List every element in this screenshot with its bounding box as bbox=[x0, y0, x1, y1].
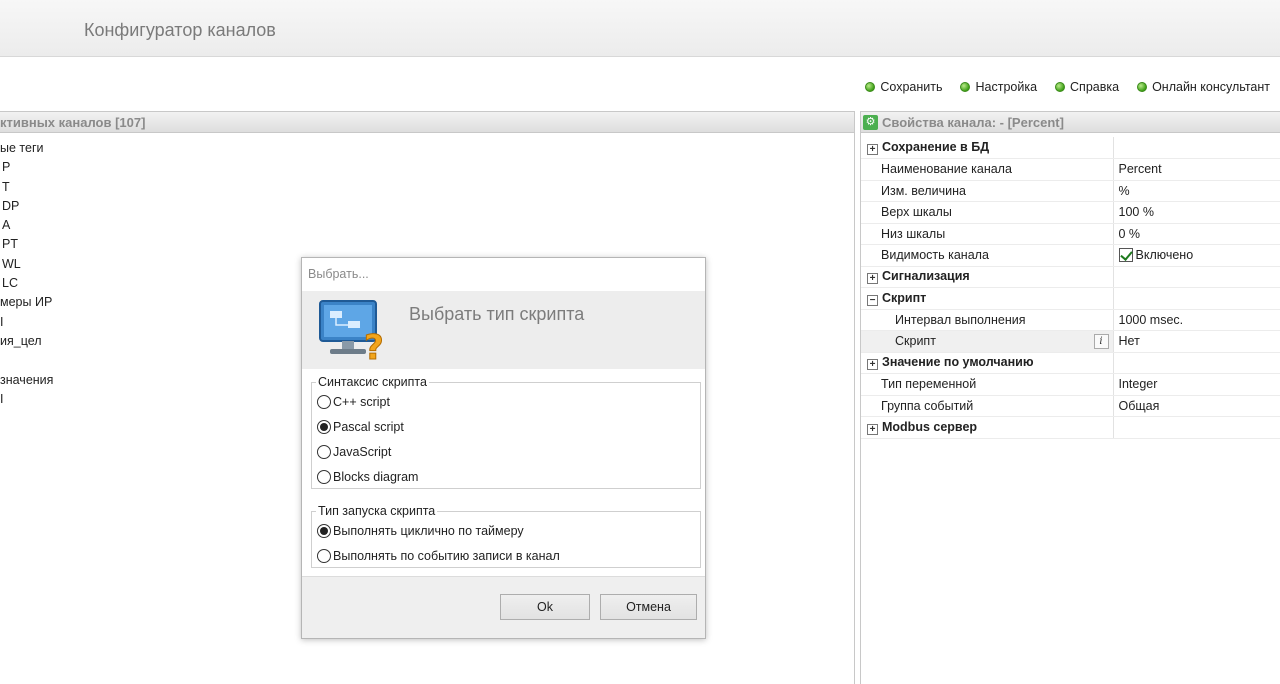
collapse-minus-icon[interactable]: − bbox=[867, 294, 878, 306]
tree-item[interactable]: A bbox=[0, 218, 854, 237]
properties-table: + Сохранение в БД Наименование канала Per… bbox=[861, 137, 1280, 439]
svg-text:?: ? bbox=[364, 328, 384, 363]
dialog-footer: Ok Отмена bbox=[302, 576, 705, 638]
expand-plus-icon[interactable]: + bbox=[867, 144, 878, 155]
toolbar: Сохранить Настройка Справка Онлайн консу… bbox=[865, 80, 1270, 94]
ok-button[interactable]: Ok bbox=[500, 594, 590, 620]
settings-button[interactable]: Настройка bbox=[960, 80, 1037, 94]
green-dot-icon bbox=[1137, 82, 1148, 92]
app-header: Конфигуратор каналов bbox=[0, 0, 1280, 57]
syntax-legend: Синтаксис скрипта bbox=[318, 375, 427, 389]
dialog-banner-title: Выбрать тип скрипта bbox=[409, 304, 585, 324]
help-button[interactable]: Справка bbox=[1055, 80, 1119, 94]
group-row-save-db[interactable]: + Сохранение в БД bbox=[861, 137, 1280, 159]
group-row-modbus[interactable]: + Modbus сервер bbox=[861, 416, 1280, 439]
tree-item[interactable]: P bbox=[0, 160, 854, 179]
tree-item[interactable]: T bbox=[0, 180, 854, 199]
tree-item[interactable]: ые теги bbox=[0, 141, 854, 160]
run-type-legend: Тип запуска скрипта bbox=[318, 504, 436, 518]
radio-button-selected[interactable] bbox=[317, 419, 331, 434]
visibility-checkbox[interactable] bbox=[1118, 248, 1133, 263]
properties-panel: ⚙ Свойства канала: - [Percent] + Сохранен… bbox=[860, 111, 1280, 684]
prop-row-var-type[interactable]: Тип переменной Integer bbox=[861, 373, 1280, 396]
radio-javascript[interactable]: JavaScript bbox=[312, 439, 700, 464]
online-consultant-button[interactable]: Онлайн консультант bbox=[1137, 80, 1270, 94]
prop-row-scale-top[interactable]: Верх шкалы 100 % bbox=[861, 201, 1280, 224]
properties-panel-header: ⚙ Свойства канала: - [Percent] bbox=[861, 111, 1280, 133]
dialog-title: Выбрать... bbox=[308, 267, 369, 281]
group-row-script[interactable]: − Скрипт bbox=[861, 287, 1280, 310]
expand-plus-icon[interactable]: + bbox=[867, 273, 878, 285]
syntax-group: Синтаксис скрипта C++ script Pascal scri… bbox=[311, 375, 701, 489]
save-label: Сохранить bbox=[880, 80, 943, 94]
green-dot-icon bbox=[960, 82, 971, 92]
app-title: Конфигуратор каналов bbox=[84, 20, 276, 40]
radio-button[interactable] bbox=[317, 394, 331, 409]
radio-pascal-script[interactable]: Pascal script bbox=[312, 414, 700, 439]
help-label: Справка bbox=[1070, 80, 1120, 94]
settings-label: Настройка bbox=[975, 80, 1038, 94]
channels-panel-title: ктивных каналов [107] bbox=[0, 111, 854, 133]
prop-row-interval[interactable]: Интервал выполнения 1000 msec. bbox=[861, 309, 1280, 331]
info-icon[interactable]: i bbox=[1093, 334, 1109, 349]
prop-row-event-group[interactable]: Группа событий Общая bbox=[861, 395, 1280, 417]
prop-row-unit[interactable]: Изм. величина % bbox=[861, 180, 1280, 202]
prop-row-scale-bottom[interactable]: Низ шкалы 0 % bbox=[861, 223, 1280, 245]
dialog-banner: ? Выбрать тип скрипта bbox=[302, 291, 705, 369]
prop-row-name[interactable]: Наименование канала Percent bbox=[861, 158, 1280, 181]
cancel-button[interactable]: Отмена bbox=[600, 594, 697, 620]
radio-button-selected[interactable] bbox=[317, 523, 331, 538]
green-dot-icon bbox=[1055, 82, 1066, 92]
monitor-question-icon: ? bbox=[319, 300, 384, 363]
green-dot-icon bbox=[865, 82, 876, 92]
radio-run-on-write[interactable]: Выполнять по событию записи в канал bbox=[312, 543, 700, 568]
select-script-dialog: Выбрать... ? Выбрать тип скрипта Синтакс… bbox=[301, 257, 706, 639]
group-row-default-value[interactable]: + Значение по умолчанию bbox=[861, 352, 1280, 374]
properties-panel-title: Свойства канала: - [Percent] bbox=[882, 114, 1064, 130]
group-row-alarm[interactable]: + Сигнализация bbox=[861, 266, 1280, 288]
prop-row-script[interactable]: Скрипт i Нет bbox=[861, 330, 1280, 353]
run-type-group: Тип запуска скрипта Выполнять циклично п… bbox=[311, 504, 701, 568]
radio-run-cyclic[interactable]: Выполнять циклично по таймеру bbox=[312, 518, 700, 543]
tree-item[interactable]: DP bbox=[0, 199, 854, 218]
radio-button[interactable] bbox=[317, 548, 331, 563]
prop-row-visibility[interactable]: Видимость канала Включено bbox=[861, 244, 1280, 267]
radio-button[interactable] bbox=[317, 469, 331, 484]
save-button[interactable]: Сохранить bbox=[865, 80, 942, 94]
expand-plus-icon[interactable]: + bbox=[867, 359, 878, 371]
expand-plus-icon[interactable]: + bbox=[867, 423, 878, 435]
gear-icon: ⚙ bbox=[863, 114, 878, 130]
online-consultant-label: Онлайн консультант bbox=[1152, 80, 1270, 94]
radio-cpp-script[interactable]: C++ script bbox=[312, 389, 700, 414]
radio-button[interactable] bbox=[317, 444, 331, 459]
tree-item[interactable]: PT bbox=[0, 237, 854, 256]
radio-blocks-diagram[interactable]: Blocks diagram bbox=[312, 464, 700, 489]
